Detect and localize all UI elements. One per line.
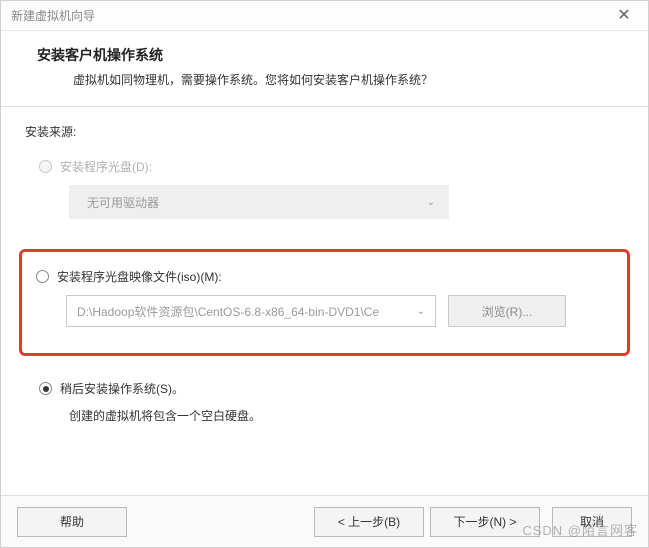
iso-controls-row: D:\Hadoop软件资源包\CentOS-6.8-x86_64-bin-DVD… (66, 295, 613, 327)
radio-later[interactable] (39, 382, 52, 395)
radio-dot (43, 386, 49, 392)
browse-button[interactable]: 浏览(R)... (448, 295, 566, 327)
back-button-label: < 上一步(B) (338, 513, 400, 530)
page-title: 安装客户机操作系统 (37, 45, 628, 65)
next-button[interactable]: 下一步(N) > (430, 507, 540, 537)
back-button[interactable]: < 上一步(B) (314, 507, 424, 537)
next-button-label: 下一步(N) > (453, 513, 516, 530)
wizard-header: 安装客户机操作系统 虚拟机如同物理机，需要操作系统。您将如何安装客户机操作系统？ (1, 31, 648, 107)
help-button[interactable]: 帮助 (17, 507, 127, 537)
option-iso-highlight: 安装程序光盘映像文件(iso)(M): D:\Hadoop软件资源包\CentO… (19, 249, 630, 356)
chevron-down-icon: ⌄ (427, 197, 435, 208)
titlebar: 新建虚拟机向导 ✕ (1, 1, 648, 31)
radio-disc[interactable] (39, 160, 52, 173)
wizard-footer: 帮助 < 上一步(B) 下一步(N) > 取消 (1, 495, 648, 547)
source-label: 安装来源: (25, 123, 624, 140)
radio-disc-row[interactable]: 安装程序光盘(D): (39, 158, 624, 175)
window-title: 新建虚拟机向导 (11, 1, 95, 31)
option-later: 稍后安装操作系统(S)。 创建的虚拟机将包含一个空白硬盘。 (39, 380, 624, 424)
wizard-content: 安装来源: 安装程序光盘(D): 无可用驱动器 ⌄ 安装程序光盘映像文件(iso… (1, 107, 648, 434)
iso-path-text: D:\Hadoop软件资源包\CentOS-6.8-x86_64-bin-DVD… (77, 303, 379, 320)
later-hint: 创建的虚拟机将包含一个空白硬盘。 (69, 407, 624, 424)
radio-disc-label: 安装程序光盘(D): (60, 158, 152, 175)
radio-iso-row[interactable]: 安装程序光盘映像文件(iso)(M): (36, 268, 613, 285)
disc-drive-combo-text: 无可用驱动器 (87, 194, 159, 211)
footer-right: < 上一步(B) 下一步(N) > 取消 (314, 507, 632, 537)
close-icon[interactable]: ✕ (604, 2, 644, 30)
cancel-button[interactable]: 取消 (552, 507, 632, 537)
option-disc: 安装程序光盘(D): 无可用驱动器 ⌄ (39, 158, 624, 219)
radio-iso[interactable] (36, 270, 49, 283)
browse-button-label: 浏览(R)... (482, 303, 533, 320)
chevron-down-icon: ⌄ (417, 306, 425, 317)
radio-iso-label: 安装程序光盘映像文件(iso)(M): (57, 268, 222, 285)
radio-later-label: 稍后安装操作系统(S)。 (60, 380, 184, 397)
iso-path-combo[interactable]: D:\Hadoop软件资源包\CentOS-6.8-x86_64-bin-DVD… (66, 295, 436, 327)
disc-drive-combo[interactable]: 无可用驱动器 ⌄ (69, 185, 449, 219)
page-subtitle: 虚拟机如同物理机，需要操作系统。您将如何安装客户机操作系统？ (73, 71, 628, 88)
help-button-label: 帮助 (60, 513, 84, 530)
cancel-button-label: 取消 (580, 513, 604, 530)
radio-later-row[interactable]: 稍后安装操作系统(S)。 (39, 380, 624, 397)
